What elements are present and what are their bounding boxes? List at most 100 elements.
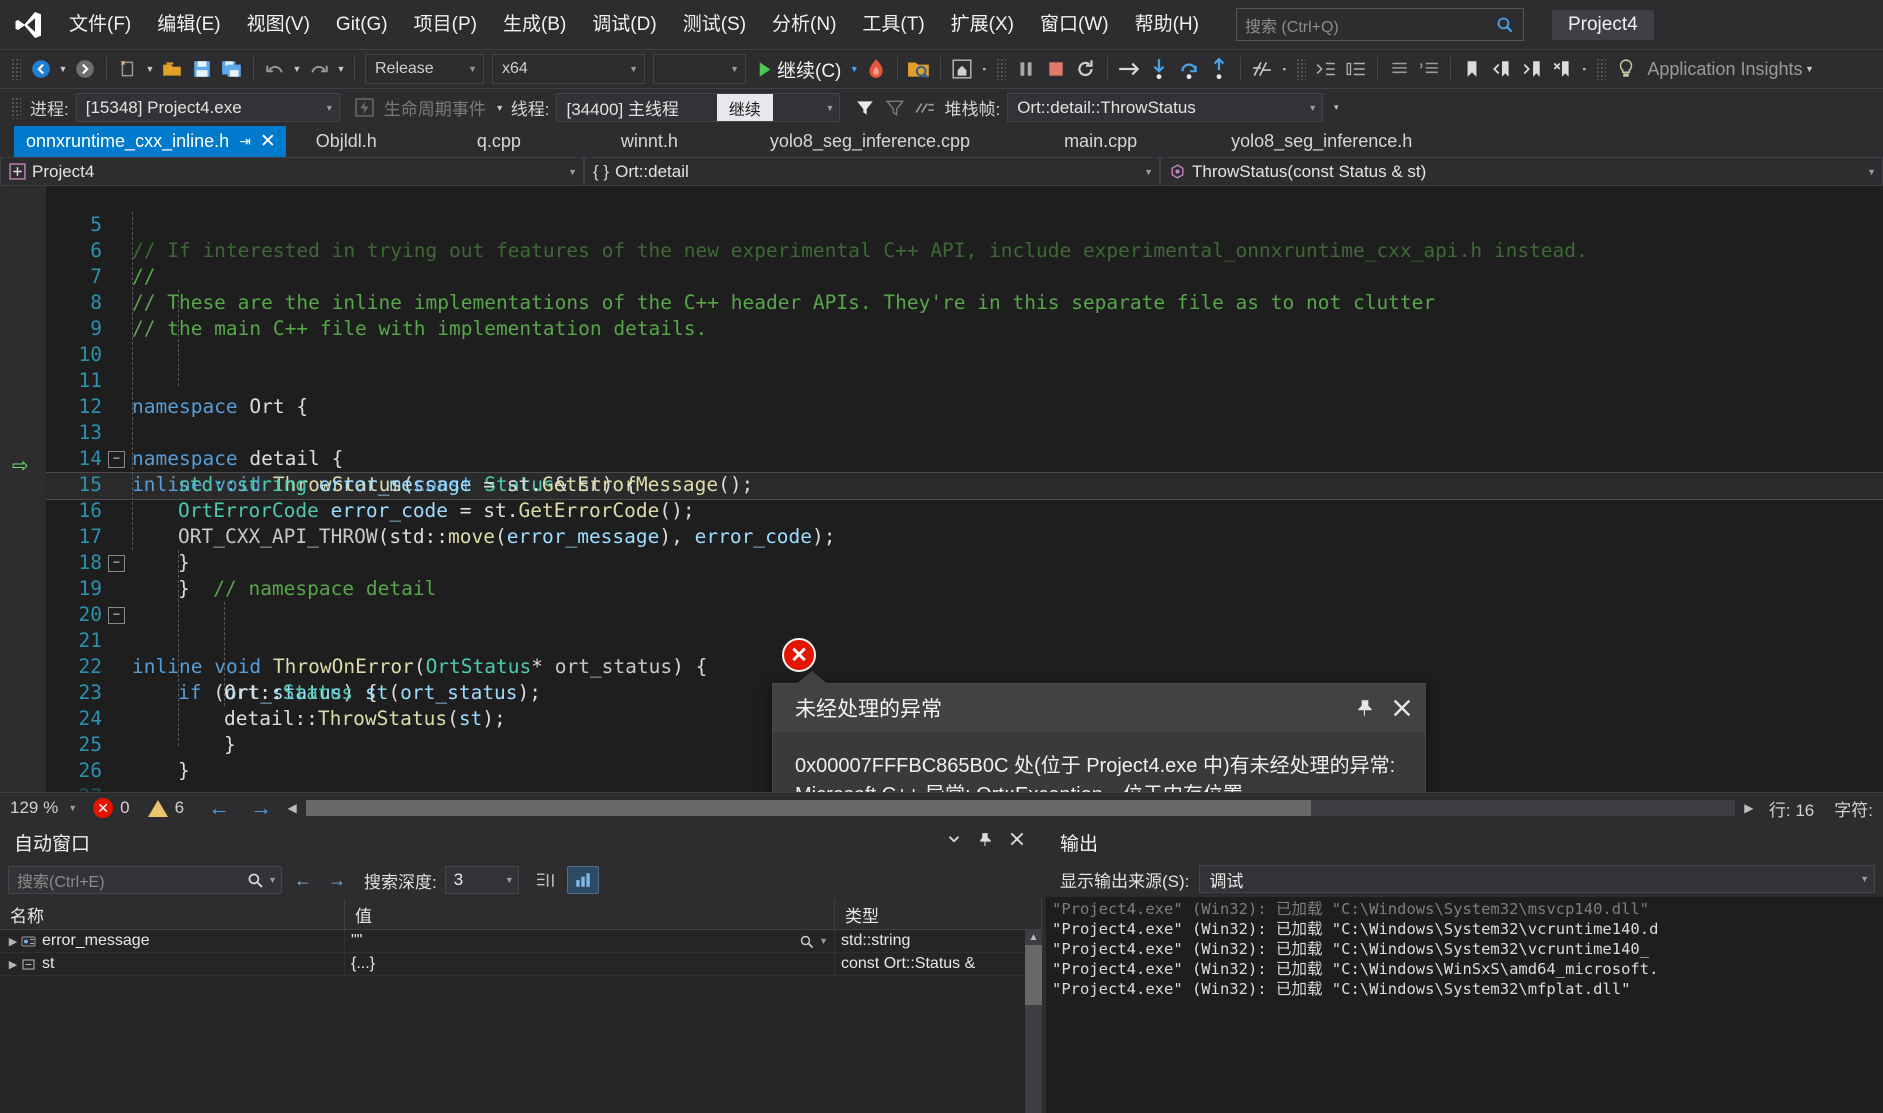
scrollbar-thumb[interactable] [306, 800, 1312, 816]
indicator-margin[interactable] [0, 186, 46, 792]
lifecycle-events-icon[interactable] [350, 93, 380, 123]
expander-icon[interactable]: ▶ [6, 958, 20, 971]
navigate-back-icon[interactable] [26, 54, 56, 84]
search-input[interactable]: 搜索(Ctrl+E) ▼ [8, 866, 282, 894]
stackframe-combo[interactable]: Ort::detail::ThrowStatus ▼ [1007, 93, 1324, 122]
tab-winnt-h[interactable]: winnt.h [609, 126, 688, 157]
tab-yolo8-seg-inference-h[interactable]: yolo8_seg_inference.h [1219, 126, 1422, 157]
restart-icon[interactable] [1071, 54, 1101, 84]
zoom-level-combo[interactable]: 129 % ▼ [0, 798, 85, 818]
hexadecimal-display-icon[interactable] [533, 867, 559, 893]
output-source-combo[interactable]: 调试 ▼ [1199, 865, 1875, 893]
toolbar-grip[interactable] [996, 58, 1007, 80]
attach-to-process-icon[interactable] [904, 54, 934, 84]
toolbar-grip[interactable] [11, 58, 21, 80]
startup-project-combo[interactable]: ▼ [653, 54, 746, 84]
navigate-back-dropdown[interactable]: ▼ [56, 54, 70, 84]
lifecycle-dropdown[interactable]: ▼ [493, 93, 507, 123]
menu-item-extensions[interactable]: 扩展(X) [938, 0, 1027, 49]
tab-onnxruntime-cxx-inline-h[interactable]: onnxruntime_cxx_inline.h ⇥ ✕ [14, 126, 286, 157]
minimize-icon[interactable] [945, 830, 963, 854]
menu-item-help[interactable]: 帮助(H) [1122, 0, 1212, 49]
warning-count-group[interactable]: 6 [147, 798, 184, 818]
autos-variable-table[interactable]: 名称 值 类型 ▶ error_message "" ▼ std::string… [0, 899, 1042, 1113]
tab-yolo8-seg-inference-cpp[interactable]: yolo8_seg_inference.cpp [758, 126, 980, 157]
filter-icon[interactable] [850, 93, 880, 123]
close-icon[interactable] [1391, 697, 1413, 719]
menu-item-project[interactable]: 项目(P) [401, 0, 490, 49]
pin-icon[interactable]: ⇥ [239, 133, 251, 150]
search-depth-combo[interactable]: 3 ▼ [444, 866, 519, 894]
comment-icon[interactable] [1384, 54, 1414, 84]
redo-dropdown[interactable]: ▼ [334, 54, 348, 84]
clear-bookmarks-icon[interactable] [1547, 54, 1577, 84]
previous-bookmark-icon[interactable] [1487, 54, 1517, 84]
navbar-namespace-combo[interactable]: { } Ort::detail ▼ [584, 157, 1160, 186]
vertical-scrollbar[interactable]: ▲ [1025, 929, 1042, 1113]
home-dropdown[interactable]: ▪ [977, 54, 991, 84]
exception-error-icon[interactable]: ✕ [782, 638, 816, 672]
row-value-cell[interactable]: {...} [345, 953, 835, 975]
save-icon[interactable] [187, 54, 217, 84]
save-all-icon[interactable] [217, 54, 247, 84]
row-name-cell[interactable]: ▶ st [0, 953, 345, 975]
expander-icon[interactable]: ▶ [6, 935, 20, 948]
menu-item-debug[interactable]: 调试(D) [579, 0, 669, 49]
columns-icon[interactable] [566, 866, 599, 894]
solution-configuration-combo[interactable]: Release ▼ [365, 54, 484, 84]
menu-item-window[interactable]: 窗口(W) [1027, 0, 1122, 49]
stop-icon[interactable] [1041, 54, 1071, 84]
output-text-area[interactable]: "Project4.exe" (Win32): 已加载 "C:\Windows\… [1046, 897, 1883, 1113]
close-icon[interactable] [1008, 830, 1026, 854]
column-header-value[interactable]: 值 [345, 899, 835, 929]
menu-item-edit[interactable]: 编辑(E) [144, 0, 233, 49]
debugbar-overflow[interactable]: ▾ [1329, 93, 1343, 123]
menu-item-analyze[interactable]: 分析(N) [759, 0, 849, 49]
tab-main-cpp[interactable]: main.cpp [1052, 126, 1147, 157]
close-icon[interactable]: ✕ [260, 132, 276, 151]
bookmarks-dropdown[interactable]: ▪ [1577, 54, 1591, 84]
thread-continue-chip[interactable]: 继续 [716, 94, 773, 121]
new-item-icon[interactable] [113, 54, 143, 84]
scroll-up-arrow[interactable]: ▲ [1025, 929, 1042, 945]
compare-dropdown[interactable]: ▪ [1277, 54, 1291, 84]
pin-icon[interactable] [977, 831, 994, 854]
arrow-left-icon[interactable]: ← [198, 795, 240, 821]
thread-combo[interactable]: [34400] 主线程 继续 ▼ [556, 93, 841, 122]
arrow-left-icon[interactable]: ← [290, 867, 316, 893]
menu-item-view[interactable]: 视图(V) [234, 0, 323, 49]
step-over-icon[interactable] [1174, 54, 1204, 84]
redo-icon[interactable] [304, 54, 334, 84]
toolbar-grip[interactable] [1296, 58, 1307, 80]
outdent-icon[interactable] [1341, 54, 1371, 84]
application-insights-dropdown[interactable]: ▼ [1802, 54, 1816, 84]
next-bookmark-icon[interactable] [1517, 54, 1547, 84]
chevron-down-icon[interactable]: ▼ [268, 875, 277, 885]
tab-q-cpp[interactable]: q.cpp [465, 126, 531, 157]
toolbar-grip[interactable] [11, 96, 21, 119]
open-file-icon[interactable] [157, 54, 187, 84]
error-count-group[interactable]: ✕ 0 [93, 798, 130, 818]
scrollbar-thumb[interactable] [1025, 945, 1042, 1005]
scroll-right-arrow[interactable]: ▶ [1739, 801, 1759, 815]
show-next-statement-icon[interactable] [1114, 54, 1144, 84]
new-item-dropdown[interactable]: ▼ [143, 54, 157, 84]
arrow-right-icon[interactable]: → [240, 795, 282, 821]
pause-icon[interactable] [1011, 54, 1041, 84]
navbar-member-combo[interactable]: ThrowStatus(const Status & st) ▼ [1160, 157, 1883, 186]
bookmark-icon[interactable] [1457, 54, 1487, 84]
horizontal-scrollbar[interactable] [306, 800, 1735, 816]
tab-objldl-h[interactable]: Objldl.h [304, 126, 387, 157]
pin-icon[interactable] [1355, 698, 1375, 718]
scroll-left-arrow[interactable]: ◀ [282, 801, 302, 815]
arrow-right-icon[interactable]: → [324, 867, 350, 893]
continue-dropdown[interactable]: ▼ [847, 54, 861, 84]
table-row[interactable]: ▶ error_message "" ▼ std::string [0, 930, 1042, 953]
exception-helper-popup[interactable]: 未经处理的异常 0x00007FFFBC865B0C 处(位于 Project4… [772, 671, 1426, 792]
compare-icon[interactable] [1247, 54, 1277, 84]
code-surface[interactable]: ⇨ 5 // If interested in trying out featu… [0, 186, 1883, 792]
lightbulb-icon[interactable] [1611, 54, 1641, 84]
home-icon[interactable] [947, 54, 977, 84]
process-combo[interactable]: [15348] Project4.exe ▼ [75, 93, 340, 122]
menu-item-tools[interactable]: 工具(T) [849, 0, 937, 49]
